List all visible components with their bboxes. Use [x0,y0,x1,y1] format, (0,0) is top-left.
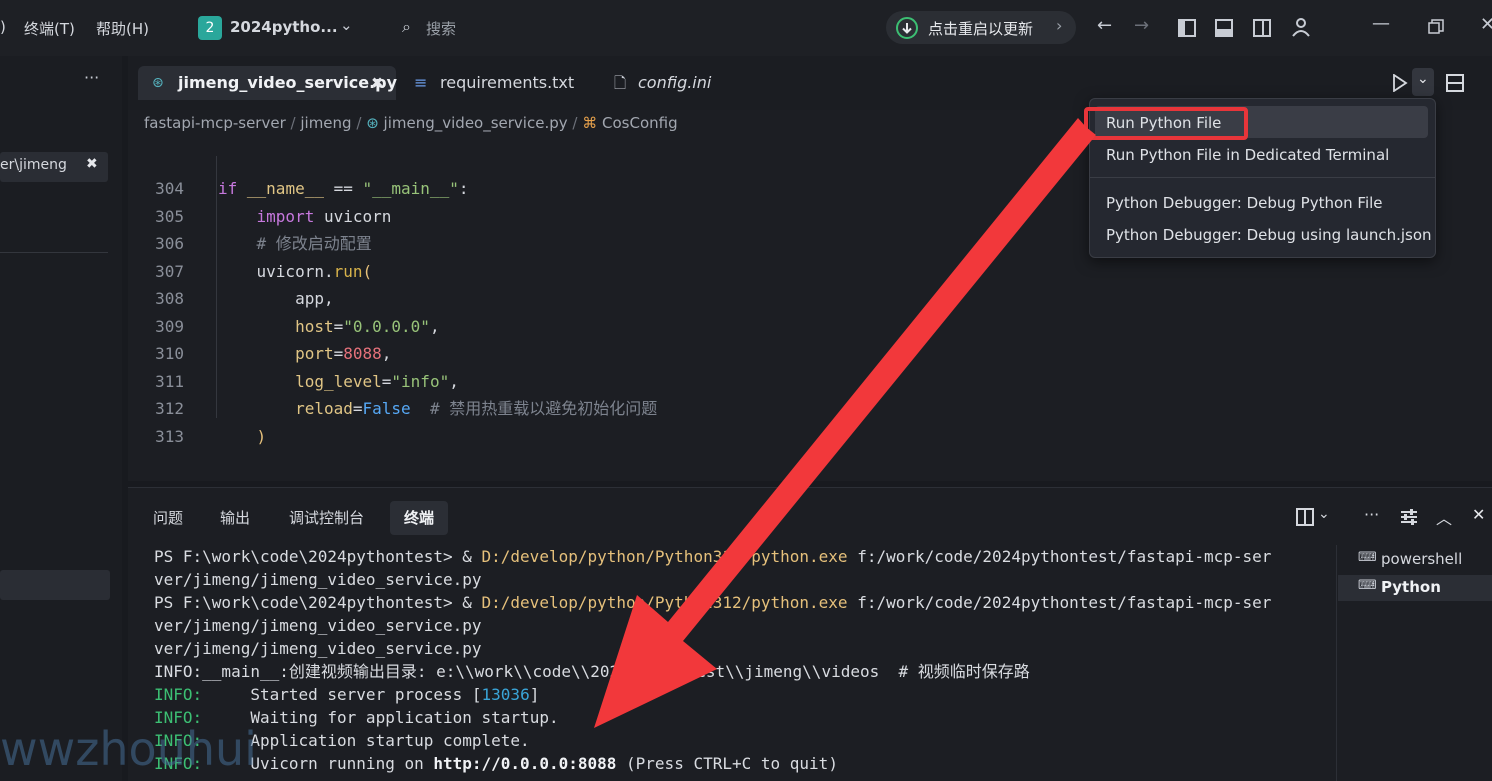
tab-requirements[interactable]: ≡ requirements.txt [406,66,596,100]
terminal-line: PS F:\work\code\2024pythontest> & D:/dev… [154,593,1272,612]
code-line: 304 if __name__ == "__main__": [155,179,469,198]
tab-output[interactable]: 输出 [206,501,264,535]
close-window-icon[interactable]: ✕ [1480,14,1492,35]
more-actions-icon[interactable]: ··· [1364,505,1379,524]
back-arrow-icon[interactable]: ← [1097,15,1112,36]
code-line: 310 port=8088, [155,344,392,363]
panel-border [128,487,1492,488]
selected-tree-item[interactable] [0,570,110,600]
more-actions-icon[interactable]: ··· [84,68,99,87]
workspace-badge[interactable]: 2 [198,16,222,40]
terminal-line: ver/jimeng/jimeng_video_service.py [154,639,482,658]
close-panel-icon[interactable]: ✕ [1472,505,1485,524]
search-input[interactable]: 搜索 [426,18,456,39]
menu-item-debug-launch-json[interactable]: Python Debugger: Debug using launch.json [1106,226,1432,244]
breadcrumb-item[interactable]: fastapi-mcp-server [144,114,286,132]
terminal-line: INFO: Waiting for application startup. [154,708,559,727]
run-dropdown-menu: Run Python File Run Python File in Dedic… [1089,98,1436,258]
open-editor-item[interactable]: er\jimeng ✖ [0,152,108,182]
update-button[interactable]: 点击重启以更新 › [886,11,1076,44]
code-line: 305 import uvicorn [155,206,392,226]
terminal-item-label: Python [1381,578,1441,596]
divider [0,252,108,253]
explorer-sidebar: ··· er\jimeng ✖ [0,56,122,781]
toggle-panel-icon[interactable] [1215,19,1233,37]
menu-item-run-python-file[interactable]: Run Python File [1106,114,1221,132]
tab-label: requirements.txt [440,73,575,92]
tab-config[interactable]: 🗋 config.ini [606,66,746,100]
terminal-line: INFO: Uvicorn running on http://0.0.0.0:… [154,754,838,773]
chevron-down-icon[interactable]: ⌄ [340,16,353,34]
chevron-down-icon[interactable]: ⌄ [1318,506,1330,522]
code-line: 309 host="0.0.0.0", [155,316,440,336]
toggle-secondary-sidebar-icon[interactable] [1253,19,1271,37]
tab-terminal[interactable]: 终端 [390,501,449,535]
chevron-down-icon: ⌄ [1417,71,1429,87]
chevron-right-icon: › [1056,16,1063,35]
menu-item-help[interactable]: 帮助(H) [96,18,149,39]
python-file-icon: ⊛ [366,114,379,132]
title-bar: ) 终端(T) 帮助(H) 2 2024pytho... ⌄ ⌕ 搜索 点击重启… [0,0,1492,56]
open-editor-label: er\jimeng [0,157,67,173]
maximize-panel-icon[interactable]: ︿ [1436,505,1452,529]
code-line: 308 app, [155,289,334,308]
menu-item-run-dedicated-terminal[interactable]: Run Python File in Dedicated Terminal [1106,146,1389,164]
terminal-item-python[interactable]: ⌨ Python [1338,575,1492,601]
tab-label: config.ini [638,73,712,92]
menu-separator [1090,177,1435,178]
code-line: 306 # 修改启动配置 [155,234,372,253]
code-line: 311 log_level="info", [155,371,459,391]
update-label: 点击重启以更新 [928,20,1034,38]
terminal-item-label: powershell [1381,550,1463,568]
toggle-sidebar-icon[interactable] [1178,19,1196,37]
code-line: 313 ) [155,426,267,446]
settings-sliders-icon[interactable] [1400,508,1418,526]
text-file-icon: ≡ [414,73,428,92]
account-icon[interactable] [1291,17,1311,37]
forward-arrow-icon[interactable]: → [1134,15,1149,36]
close-tab-icon[interactable]: ✖ [371,66,384,100]
restore-icon[interactable] [1428,19,1444,35]
terminal-line: INFO: Started server process [13036] [154,685,540,704]
breadcrumb-item[interactable]: jimeng_video_service.py [384,114,568,132]
terminal-line: INFO:__main__:创建视频输出目录: e:\\work\\code\\… [154,662,1030,681]
workspace-name[interactable]: 2024pytho... [230,18,338,36]
split-editor-icon[interactable] [1446,74,1464,92]
code-line: 307 uvicorn.run( [155,261,373,281]
breadcrumb-item[interactable]: CosConfig [602,114,678,132]
search-icon[interactable]: ⌕ [402,17,411,37]
terminal-line: ver/jimeng/jimeng_video_service.py [154,570,482,589]
tab-debug-console[interactable]: 调试控制台 [275,501,378,535]
python-file-icon: ⊛ [152,75,164,91]
menu-item-terminal[interactable]: 终端(T) [24,18,75,39]
run-options-button[interactable]: ⌄ [1412,68,1434,96]
run-icon[interactable] [1392,74,1408,92]
terminal-icon: ⌨ [1358,578,1377,593]
menu-item-debug-python-file[interactable]: Python Debugger: Debug Python File [1106,194,1383,212]
download-icon [896,17,918,39]
tab-problems[interactable]: 问题 [139,501,197,535]
breadcrumb: fastapi-mcp-server / jimeng / ⊛ jimeng_v… [144,114,678,132]
terminal-output[interactable]: PS F:\work\code\2024pythontest> & D:/dev… [128,545,1318,781]
menu-item-prev[interactable]: ) [0,18,6,36]
breadcrumb-item[interactable]: jimeng [300,114,351,132]
class-symbol-icon: ⌘ [582,114,598,132]
terminal-line: ver/jimeng/jimeng_video_service.py [154,616,482,635]
code-line: 312 reload=False # 禁用热重载以避免初始化问题 [155,399,658,418]
file-icon: 🗋 [614,74,627,92]
tab-jimeng-video-service[interactable]: ⊛ jimeng_video_service.py ✖ [138,66,398,100]
terminal-line: INFO: Application startup complete. [154,731,530,750]
tab-label: jimeng_video_service.py [178,73,398,92]
split-terminal-icon[interactable] [1296,508,1314,526]
terminal-icon: ⌨ [1358,550,1377,565]
terminal-list-divider [1336,545,1337,781]
terminal-item-powershell[interactable]: ⌨ powershell [1338,547,1492,573]
bottom-panel: 问题 输出 调试控制台 终端 ⌄ ··· ︿ ✕ PS F:\work\code… [128,487,1492,781]
close-icon[interactable]: ✖ [86,156,98,172]
terminal-line: PS F:\work\code\2024pythontest> & D:/dev… [154,547,1272,566]
minimize-icon[interactable]: — [1372,13,1390,34]
